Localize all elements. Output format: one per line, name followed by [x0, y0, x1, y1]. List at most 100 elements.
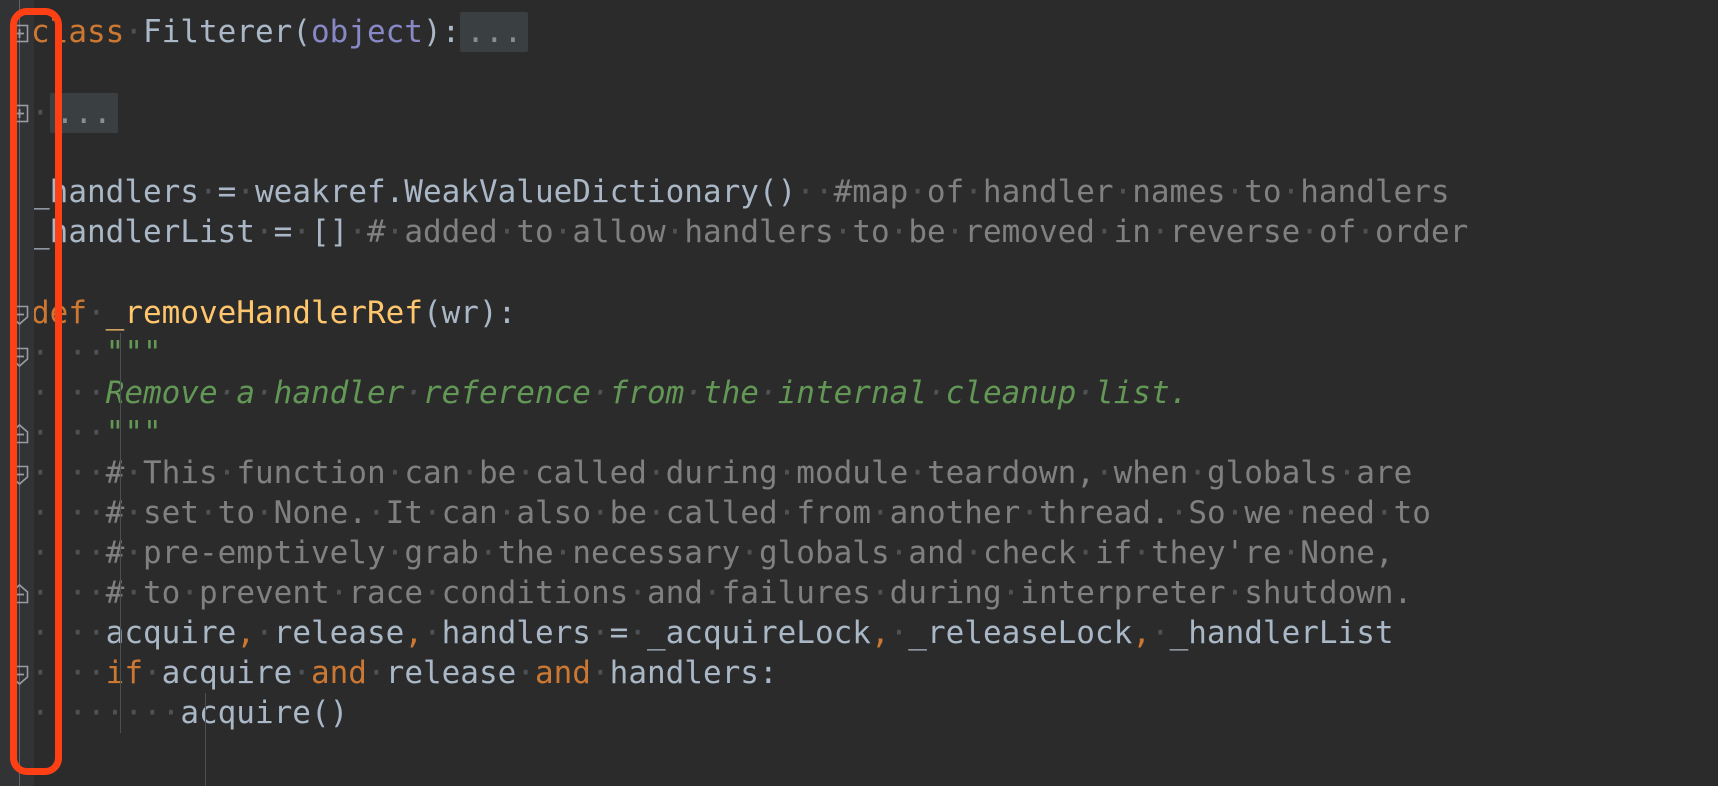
fold-collapse-icon[interactable] — [8, 303, 31, 326]
line-docstring-open[interactable]: ····""" — [31, 333, 162, 373]
whitespace-dot: · — [1169, 495, 1189, 531]
code-token: , — [1132, 615, 1151, 651]
whitespace-dot: · — [590, 375, 610, 411]
whitespace-dot: · — [385, 214, 405, 250]
line-if-acquire[interactable]: ····if·acquire·and·release·and·handlers: — [31, 653, 778, 693]
code-token: Filterer — [143, 14, 293, 50]
whitespace-dot: · — [497, 214, 517, 250]
code-token: #·added·to·allow·handlers·to·be·removed·… — [366, 214, 1469, 250]
whitespace-dot: · — [1225, 495, 1245, 531]
fold-collapse-icon[interactable] — [8, 463, 31, 486]
whitespace-dots: · — [254, 214, 274, 250]
code-token: _removeHandlerRef — [105, 295, 423, 331]
whitespace-dots: ·· — [796, 174, 834, 210]
whitespace-dots: · — [198, 174, 218, 210]
code-token: , — [236, 615, 255, 651]
whitespace-dot: · — [553, 535, 573, 571]
line-comment-3[interactable]: ····#·pre-emptively·grab·the·necessary·g… — [31, 533, 1394, 573]
whitespace-dot: · — [870, 495, 890, 531]
whitespace-dots: · — [366, 655, 386, 691]
folded-code-badge[interactable]: ... — [49, 93, 118, 133]
line-docstring-close[interactable]: ····""" — [31, 413, 162, 453]
whitespace-dot: · — [553, 214, 573, 250]
line-handlers-assign[interactable]: _handlers·=·weakref.WeakValueDictionary(… — [31, 172, 1450, 212]
code-token: and — [310, 655, 367, 691]
whitespace-dots: · — [516, 655, 535, 691]
whitespace-dot: · — [740, 535, 759, 571]
line-comment-2[interactable]: ····#·set·to·None.·It·can·also·be·called… — [31, 493, 1431, 533]
code-surface[interactable]: class·Filterer(object):... ·... _handlers·… — [0, 0, 1718, 786]
code-token: #·pre-emptively·grab·the·necessary·globa… — [105, 535, 1394, 571]
code-token: if — [105, 655, 143, 691]
whitespace-dot: · — [1076, 535, 1095, 571]
folded-code-badge[interactable]: ... — [460, 12, 529, 52]
fold-expand-icon[interactable] — [8, 22, 31, 45]
line-acquire-call[interactable]: ········acquire() — [31, 693, 348, 733]
code-token: handlers — [441, 615, 591, 651]
whitespace-dots: · — [348, 214, 367, 250]
line-comment-1[interactable]: ····#·This·function·can·be·called·during… — [31, 453, 1412, 493]
whitespace-dot: · — [665, 214, 685, 250]
whitespace-dot: · — [758, 375, 778, 411]
line-handlerlist-assign[interactable]: _handlerList·=·[]·#·added·to·allow·handl… — [31, 212, 1468, 252]
fold-collapse-icon[interactable] — [8, 583, 31, 606]
fold-collapse-icon[interactable] — [8, 423, 31, 446]
line-docstring-body[interactable]: ····Remove·a·handler·reference·from·the·… — [31, 373, 1188, 413]
fold-collapse-icon[interactable] — [8, 663, 31, 686]
whitespace-dot: · — [647, 495, 666, 531]
indent-guide — [120, 333, 121, 733]
whitespace-dot: · — [516, 455, 535, 491]
code-token: #·to·prevent·race·conditions·and·failure… — [105, 575, 1413, 611]
whitespace-dot: · — [1150, 214, 1170, 250]
whitespace-dot: · — [945, 214, 965, 250]
whitespace-dot: · — [217, 375, 237, 411]
whitespace-dots: ···· — [31, 535, 106, 571]
whitespace-dot: · — [1094, 455, 1114, 491]
whitespace-dots: · — [292, 655, 311, 691]
code-token: _handlerList — [1169, 615, 1394, 651]
whitespace-dot: · — [889, 535, 909, 571]
line-class-filterer[interactable]: class·Filterer(object):... — [31, 12, 529, 52]
whitespace-dot: · — [628, 575, 647, 611]
code-token: = — [609, 615, 629, 651]
fold-gutter[interactable] — [0, 0, 34, 786]
line-def-removehandlerref[interactable]: def·_removeHandlerRef(wr): — [31, 293, 516, 333]
whitespace-dot: · — [423, 495, 442, 531]
whitespace-dots: ···· — [31, 655, 106, 691]
whitespace-dot: · — [684, 375, 703, 411]
whitespace-dot: · — [964, 174, 983, 210]
whitespace-dots: · — [422, 615, 442, 651]
whitespace-dot: · — [124, 575, 143, 611]
code-editor[interactable]: class·Filterer(object):... ·... _handlers·… — [0, 0, 1718, 786]
code-token: ): — [422, 14, 461, 50]
code-token: class — [31, 14, 125, 50]
fold-expand-icon[interactable] — [8, 102, 31, 125]
line-comment-4[interactable]: ····#·to·prevent·race·conditions·and·fai… — [31, 573, 1412, 613]
whitespace-dot: · — [254, 375, 274, 411]
whitespace-dot: · — [1225, 174, 1245, 210]
whitespace-dot: · — [1281, 495, 1301, 531]
whitespace-dots: · — [292, 214, 311, 250]
whitespace-dot: · — [180, 575, 199, 611]
code-token: and — [534, 655, 591, 691]
whitespace-dot: · — [385, 455, 405, 491]
line-acquire-assign[interactable]: ····acquire,·release,·handlers·=·_acquir… — [31, 613, 1394, 653]
whitespace-dot: · — [404, 375, 423, 411]
code-token: ( — [292, 14, 311, 50]
whitespace-dot: · — [124, 495, 143, 531]
line-folded-ellipsis[interactable]: ·... — [31, 93, 118, 133]
code-token: = — [217, 174, 237, 210]
code-token: handlers — [609, 655, 759, 691]
code-token: _releaseLock — [908, 615, 1133, 651]
code-token: , — [870, 615, 890, 651]
fold-collapse-icon[interactable] — [8, 345, 31, 368]
whitespace-dot: · — [124, 455, 143, 491]
whitespace-dot: · — [1132, 535, 1151, 571]
whitespace-dot: · — [591, 495, 610, 531]
whitespace-dot: · — [777, 455, 797, 491]
code-token: acquire — [161, 655, 293, 691]
code-token: """ — [105, 415, 162, 451]
whitespace-dot: · — [497, 495, 517, 531]
code-token: _handlers — [31, 174, 199, 210]
whitespace-dots: ···· — [31, 615, 106, 651]
